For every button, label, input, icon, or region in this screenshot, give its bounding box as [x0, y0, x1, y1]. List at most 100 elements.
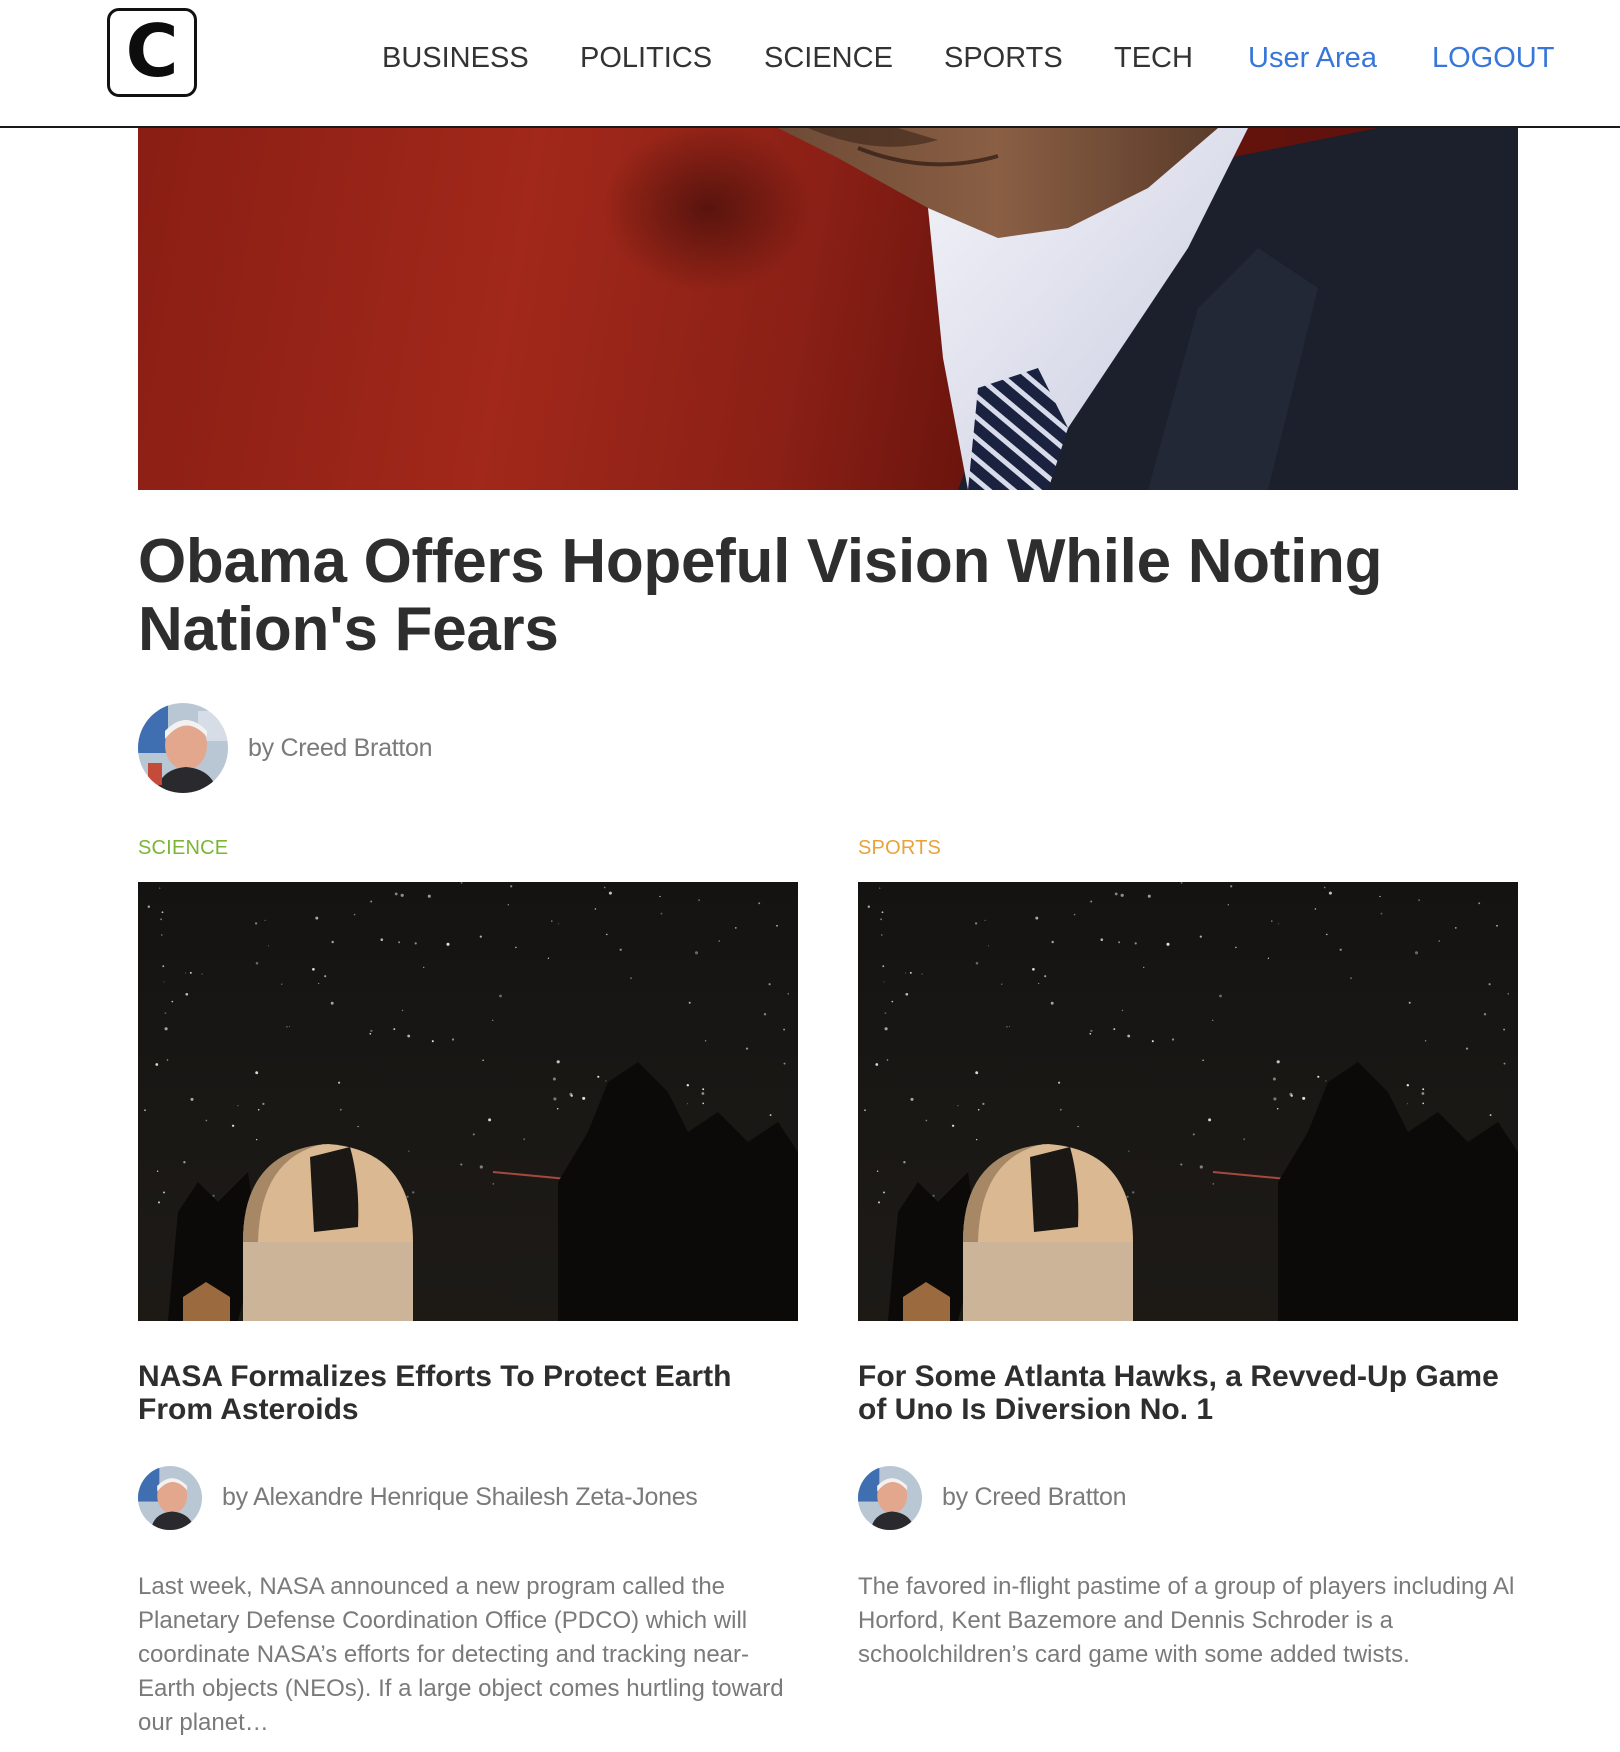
star — [370, 1029, 373, 1033]
star — [157, 1201, 161, 1204]
star — [1273, 1097, 1277, 1101]
star — [1142, 966, 1145, 969]
category-science[interactable]: SCIENCE — [138, 836, 228, 860]
nav-business[interactable]: BUSINESS — [382, 40, 529, 76]
star — [556, 1108, 559, 1110]
star — [974, 922, 978, 925]
nav-science[interactable]: SCIENCE — [764, 40, 893, 76]
star — [1488, 983, 1491, 986]
sports-article-image[interactable] — [858, 882, 1518, 1321]
star — [257, 1108, 260, 1111]
science-article-title[interactable]: NASA Formalizes Efforts To Protect Earth… — [138, 1360, 798, 1426]
star — [1438, 940, 1440, 942]
star — [482, 1059, 484, 1062]
star — [921, 973, 923, 975]
star — [957, 1105, 959, 1107]
star — [1212, 1019, 1214, 1021]
star — [1418, 899, 1420, 901]
star — [1050, 1001, 1054, 1005]
star — [1507, 993, 1509, 995]
star — [910, 1097, 914, 1101]
star — [951, 1124, 955, 1128]
star — [977, 1108, 980, 1111]
nav-logout[interactable]: LOGOUT — [1432, 40, 1554, 76]
sports-article-title[interactable]: For Some Atlanta Hawks, a Revved-Up Game… — [858, 1360, 1518, 1426]
star — [1001, 983, 1003, 985]
star — [162, 965, 165, 968]
star — [1503, 1062, 1506, 1065]
star — [1089, 1032, 1092, 1035]
star — [694, 951, 699, 955]
star — [460, 882, 463, 884]
star — [1059, 1108, 1062, 1111]
nav-politics[interactable]: POLITICS — [580, 40, 712, 76]
star — [488, 1118, 492, 1122]
star — [881, 911, 884, 914]
star — [882, 965, 885, 968]
star — [357, 1125, 359, 1128]
star — [523, 1138, 526, 1141]
nav-user-area[interactable]: User Area — [1248, 40, 1377, 76]
star — [394, 892, 398, 896]
star — [698, 899, 700, 901]
star — [156, 1170, 159, 1172]
star — [205, 1119, 208, 1122]
star — [499, 994, 502, 998]
science-author-avatar[interactable] — [138, 1466, 202, 1530]
star — [909, 971, 912, 974]
star — [864, 1109, 866, 1112]
star — [1118, 941, 1121, 944]
star — [702, 1088, 705, 1091]
star — [1350, 977, 1352, 979]
star — [408, 1150, 410, 1152]
star — [286, 1025, 288, 1028]
star — [1276, 1108, 1279, 1110]
star — [155, 1063, 159, 1066]
star — [1408, 1001, 1411, 1004]
star — [603, 886, 606, 889]
featured-headline[interactable]: Obama Offers Hopeful Vision While Noting… — [138, 528, 1478, 664]
featured-article-image[interactable] — [138, 128, 1518, 490]
star — [1035, 916, 1039, 920]
author-avatar[interactable] — [138, 703, 228, 793]
star — [183, 1161, 186, 1164]
sports-article-summary: The favored in-flight pastime of a group… — [858, 1573, 1515, 1668]
star — [237, 1105, 239, 1107]
star — [1180, 882, 1183, 884]
star — [159, 887, 161, 889]
star — [460, 1163, 463, 1166]
featured-byline[interactable]: by Creed Bratton — [248, 733, 433, 763]
star — [547, 957, 550, 959]
star — [556, 1060, 560, 1064]
star — [975, 1071, 979, 1075]
category-sports[interactable]: SPORTS — [858, 836, 941, 860]
sports-article-byline[interactable]: by Creed Bratton — [942, 1482, 1127, 1512]
star — [1090, 1029, 1093, 1033]
star — [1422, 1102, 1425, 1105]
science-article-byline[interactable]: by Alexandre Henrique Shailesh Zeta-Jone… — [222, 1482, 698, 1512]
star — [166, 1059, 169, 1061]
star — [905, 992, 909, 996]
star — [1132, 1191, 1135, 1194]
star — [1219, 994, 1222, 998]
nav-sports[interactable]: SPORTS — [944, 40, 1063, 76]
star — [1278, 923, 1280, 925]
star — [1077, 1125, 1079, 1128]
star — [160, 918, 163, 921]
star — [262, 1102, 265, 1106]
logo-letter: C — [125, 8, 179, 93]
star — [769, 1114, 772, 1117]
top-navigation-bar: C BUSINESS POLITICS SCIENCE SPORTS TECH … — [0, 0, 1620, 128]
sports-author-avatar[interactable] — [858, 1466, 922, 1530]
star — [255, 1071, 259, 1075]
science-article-image[interactable] — [138, 882, 798, 1321]
star — [1380, 912, 1383, 915]
star — [984, 919, 986, 922]
site-logo[interactable]: C — [107, 8, 197, 97]
star — [1454, 926, 1457, 929]
nav-tech[interactable]: TECH — [1114, 40, 1193, 76]
star — [1230, 885, 1233, 888]
star — [903, 1161, 906, 1164]
star — [393, 1028, 396, 1031]
star — [171, 1000, 174, 1003]
